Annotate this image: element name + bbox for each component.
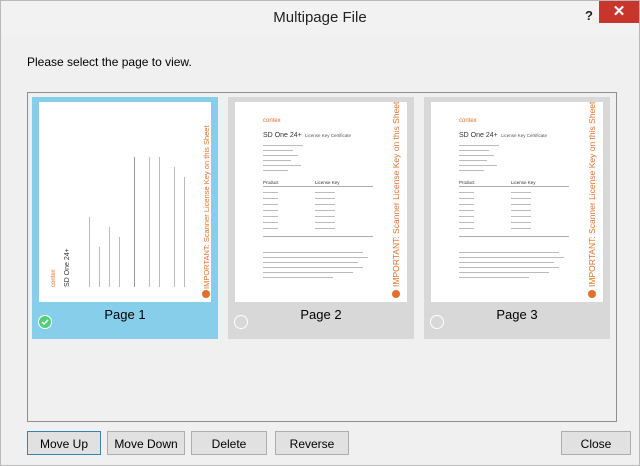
svg-text:Product: Product	[459, 180, 475, 185]
page-label-1: Page 1	[104, 307, 146, 322]
check-icon[interactable]	[38, 315, 52, 329]
svg-text:contex: contex	[459, 118, 477, 124]
move-up-button[interactable]: Move Up	[27, 431, 101, 455]
svg-text:License Key Certificate: License Key Certificate	[501, 133, 548, 138]
svg-text:contex: contex	[263, 118, 281, 124]
help-button[interactable]: ?	[579, 7, 599, 25]
close-button[interactable]: Close	[561, 431, 631, 455]
svg-text:IMPORTANT: Scanner License Key: IMPORTANT: Scanner License Key on this S…	[587, 102, 597, 287]
page-tile-3[interactable]: contex SD One 24+ License Key Certificat…	[424, 97, 610, 339]
svg-text:SD One 24+: SD One 24+	[64, 248, 71, 287]
page-thumbnail-3: contex SD One 24+ License Key Certificat…	[431, 102, 603, 302]
svg-text:SD One 24+: SD One 24+	[263, 132, 302, 139]
svg-text:SD One 24+: SD One 24+	[459, 132, 498, 139]
check-icon[interactable]	[234, 315, 248, 329]
svg-text:License Key Certificate: License Key Certificate	[305, 133, 352, 138]
page-label-2: Page 2	[300, 307, 342, 322]
window-close-button[interactable]: ✕	[599, 1, 639, 23]
title-bar: Multipage File ? ✕	[1, 1, 639, 36]
page-label-3: Page 3	[496, 307, 538, 322]
svg-text:IMPORTANT: Scanner License Key: IMPORTANT: Scanner License Key on this S…	[391, 102, 401, 287]
page-thumbnail-2: contex SD One 24+ License Key Certificat…	[235, 102, 407, 302]
page-tile-1[interactable]: contex SD One 24+ IMPORTANT: Scanner Lic…	[32, 97, 218, 339]
page-thumbnail-1: contex SD One 24+ IMPORTANT: Scanner Lic…	[39, 102, 211, 302]
svg-text:License Key: License Key	[315, 180, 340, 185]
pages-panel: contex SD One 24+ IMPORTANT: Scanner Lic…	[27, 92, 617, 422]
svg-text:Product: Product	[263, 180, 279, 185]
page-tile-2[interactable]: contex SD One 24+ License Key Certificat…	[228, 97, 414, 339]
delete-button[interactable]: Delete	[191, 431, 267, 455]
svg-text:IMPORTANT: Scanner License Key: IMPORTANT: Scanner License Key on this S…	[202, 125, 211, 289]
instruction-label: Please select the page to view.	[27, 55, 192, 69]
svg-text:License Key: License Key	[511, 180, 536, 185]
multipage-file-dialog: Multipage File ? ✕ Please select the pag…	[0, 0, 640, 466]
reverse-button[interactable]: Reverse	[275, 431, 349, 455]
svg-text:contex: contex	[51, 269, 57, 287]
move-down-button[interactable]: Move Down	[107, 431, 185, 455]
check-icon[interactable]	[430, 315, 444, 329]
window-title: Multipage File	[273, 9, 367, 26]
